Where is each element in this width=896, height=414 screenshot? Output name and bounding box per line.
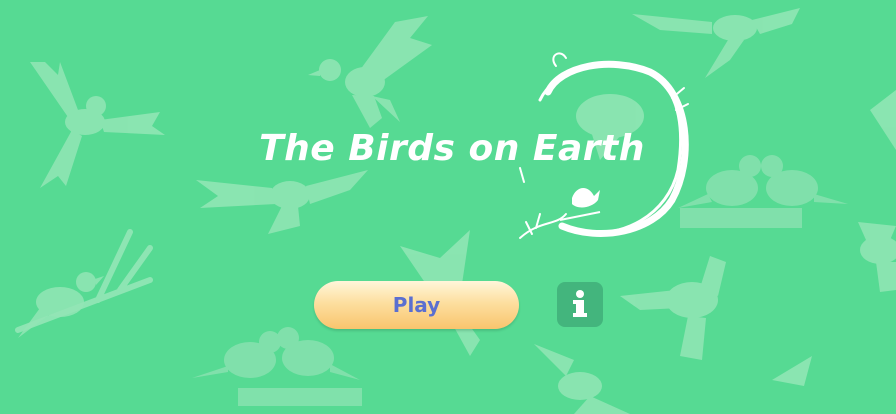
info-icon bbox=[573, 290, 587, 317]
play-button[interactable]: Play bbox=[314, 281, 519, 329]
play-button-label: Play bbox=[392, 293, 441, 317]
game-start-screen: The Birds on Earth Play bbox=[0, 0, 896, 414]
bird-silhouette-background bbox=[0, 0, 896, 414]
info-button[interactable] bbox=[557, 282, 603, 327]
game-title: The Birds on Earth bbox=[259, 128, 645, 169]
background-fill bbox=[0, 0, 896, 414]
